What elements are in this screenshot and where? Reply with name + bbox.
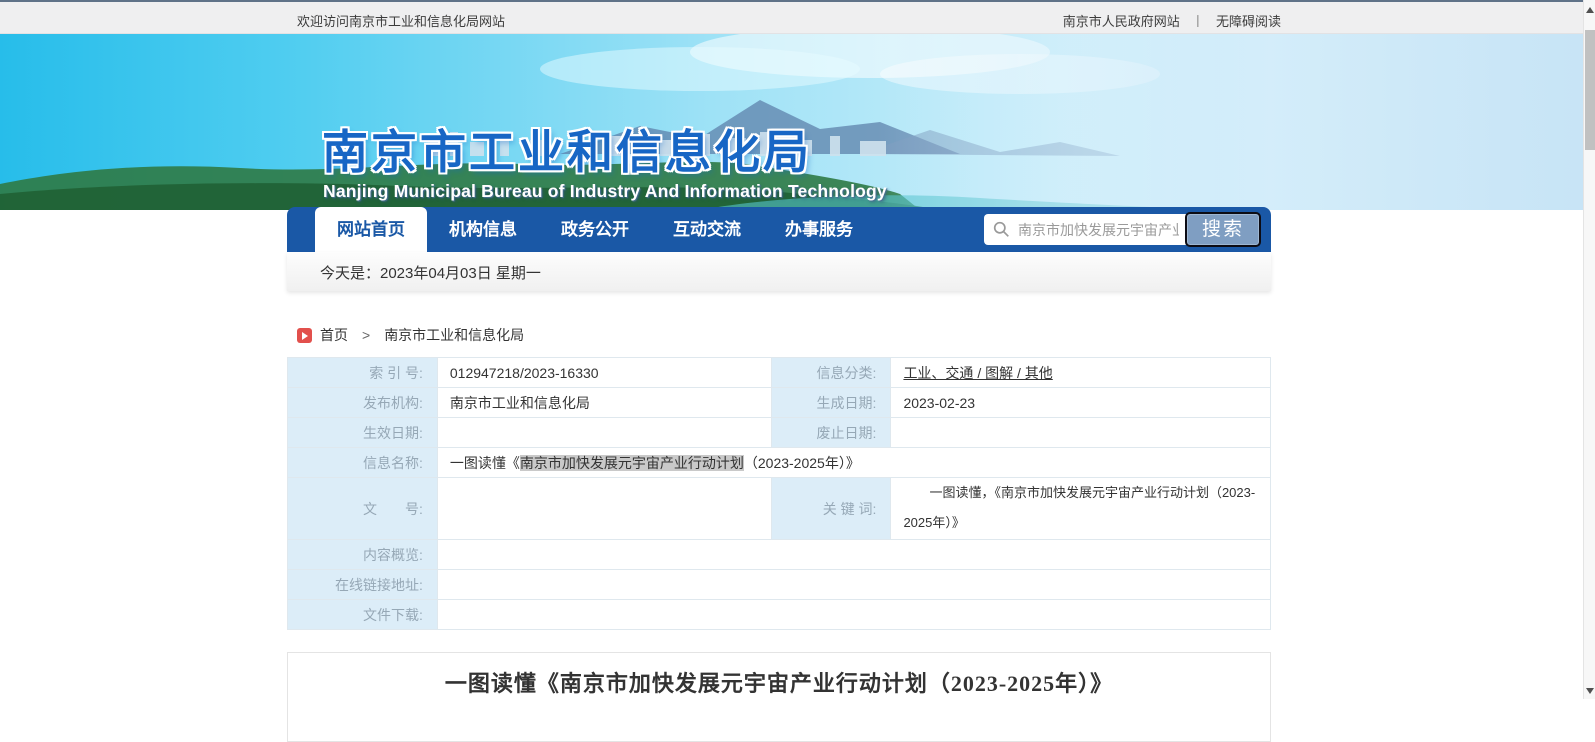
publisher-value: 南京市工业和信息化局	[437, 388, 771, 418]
breadcrumb: 首页 > 南京市工业和信息化局	[297, 326, 538, 344]
doc-number-label: 文 号:	[288, 478, 438, 540]
index-number-label: 索 引 号:	[288, 358, 438, 388]
nav-tabs: 网站首页 机构信息 政务公开 互动交流 办事服务	[315, 207, 875, 252]
effective-date-label: 生效日期:	[288, 418, 438, 448]
info-name-prefix: 一图读懂《	[450, 455, 520, 471]
search-box: 搜索	[984, 214, 1259, 245]
generate-date-label: 生成日期:	[771, 388, 891, 418]
table-row: 在线链接地址:	[288, 570, 1271, 600]
breadcrumb-separator: >	[362, 327, 370, 343]
category-value: 工业、交通 / 图解 / 其他	[891, 358, 1271, 388]
category-value-text[interactable]: 工业、交通 / 图解 / 其他	[903, 365, 1052, 381]
keyword-value: 一图读懂，《南京市加快发展元宇宙产业行动计划（2023-2025年）》	[891, 478, 1271, 540]
banner-right-fade	[877, 34, 1595, 210]
info-name-value: 一图读懂《南京市加快发展元宇宙产业行动计划（2023-2025年）》	[437, 448, 1270, 478]
table-row: 内容概览:	[288, 540, 1271, 570]
accessibility-link[interactable]: 无障碍阅读	[1216, 14, 1281, 29]
keyword-label: 关 键 词:	[771, 478, 891, 540]
online-link-value	[437, 570, 1270, 600]
doc-number-value	[437, 478, 771, 540]
overview-label: 内容概览:	[288, 540, 438, 570]
vertical-scrollbar[interactable]	[1583, 0, 1595, 699]
nav-tab-interaction[interactable]: 互动交流	[651, 207, 763, 252]
nav-tab-home[interactable]: 网站首页	[315, 207, 427, 252]
scroll-down-arrow-icon[interactable]	[1586, 688, 1594, 694]
info-name-suffix: （2023-2025年）》	[744, 455, 860, 471]
nav-tab-organization[interactable]: 机构信息	[427, 207, 539, 252]
generate-date-value: 2023-02-23	[891, 388, 1271, 418]
main-navigation: 网站首页 机构信息 政务公开 互动交流 办事服务 搜索	[287, 207, 1271, 252]
info-name-label: 信息名称:	[288, 448, 438, 478]
file-download-label: 文件下载:	[288, 600, 438, 630]
search-button[interactable]: 搜索	[1185, 212, 1261, 247]
site-title-chinese: 南京市工业和信息化局	[322, 116, 812, 182]
topbar-separator: 丨	[1191, 14, 1204, 29]
welcome-text: 欢迎访问南京市工业和信息化局网站	[297, 11, 505, 30]
article-box: 一图读懂《南京市加快发展元宇宙产业行动计划（2023-2025年）》	[287, 652, 1271, 742]
table-row: 索 引 号: 012947218/2023-16330 信息分类: 工业、交通 …	[288, 358, 1271, 388]
scroll-up-arrow-icon[interactable]	[1586, 7, 1594, 13]
table-row: 文 号: 关 键 词: 一图读懂，《南京市加快发展元宇宙产业行动计划（2023-…	[288, 478, 1271, 540]
topbar-links: 南京市人民政府网站 丨 无障碍阅读	[1059, 11, 1285, 30]
breadcrumb-home-icon	[297, 328, 312, 343]
search-icon	[993, 221, 1010, 238]
nav-tab-services[interactable]: 办事服务	[763, 207, 875, 252]
effective-date-value	[437, 418, 771, 448]
category-label: 信息分类:	[771, 358, 891, 388]
nav-tab-gov-affairs[interactable]: 政务公开	[539, 207, 651, 252]
repeal-date-label: 废止日期:	[771, 418, 891, 448]
today-date-text: 今天是：2023年04月03日 星期一	[320, 262, 541, 283]
file-download-value	[437, 600, 1270, 630]
overview-value	[437, 540, 1270, 570]
table-row: 生效日期: 废止日期:	[288, 418, 1271, 448]
breadcrumb-home-link[interactable]: 首页	[320, 325, 348, 345]
date-bar: 今天是：2023年04月03日 星期一	[287, 252, 1271, 291]
table-row: 信息名称: 一图读懂《南京市加快发展元宇宙产业行动计划（2023-2025年）》	[288, 448, 1271, 478]
scrollbar-thumb[interactable]	[1585, 30, 1595, 150]
publisher-label: 发布机构:	[288, 388, 438, 418]
table-row: 发布机构: 南京市工业和信息化局 生成日期: 2023-02-23	[288, 388, 1271, 418]
table-row: 文件下载:	[288, 600, 1271, 630]
top-utility-bar: 欢迎访问南京市工业和信息化局网站 南京市人民政府网站 丨 无障碍阅读	[0, 2, 1595, 34]
header-banner: 南京市工业和信息化局 Nanjing Municipal Bureau of I…	[0, 34, 1595, 210]
info-name-highlighted-text: 南京市加快发展元宇宙产业行动计划	[520, 455, 744, 471]
breadcrumb-current: 南京市工业和信息化局	[384, 325, 524, 345]
gov-site-link[interactable]: 南京市人民政府网站	[1063, 14, 1180, 29]
article-title: 一图读懂《南京市加快发展元宇宙产业行动计划（2023-2025年）》	[288, 666, 1270, 698]
repeal-date-value	[891, 418, 1271, 448]
online-link-label: 在线链接地址:	[288, 570, 438, 600]
site-title-english: Nanjing Municipal Bureau of Industry And…	[323, 181, 887, 202]
index-number-value: 012947218/2023-16330	[437, 358, 771, 388]
document-info-table: 索 引 号: 012947218/2023-16330 信息分类: 工业、交通 …	[287, 357, 1271, 630]
